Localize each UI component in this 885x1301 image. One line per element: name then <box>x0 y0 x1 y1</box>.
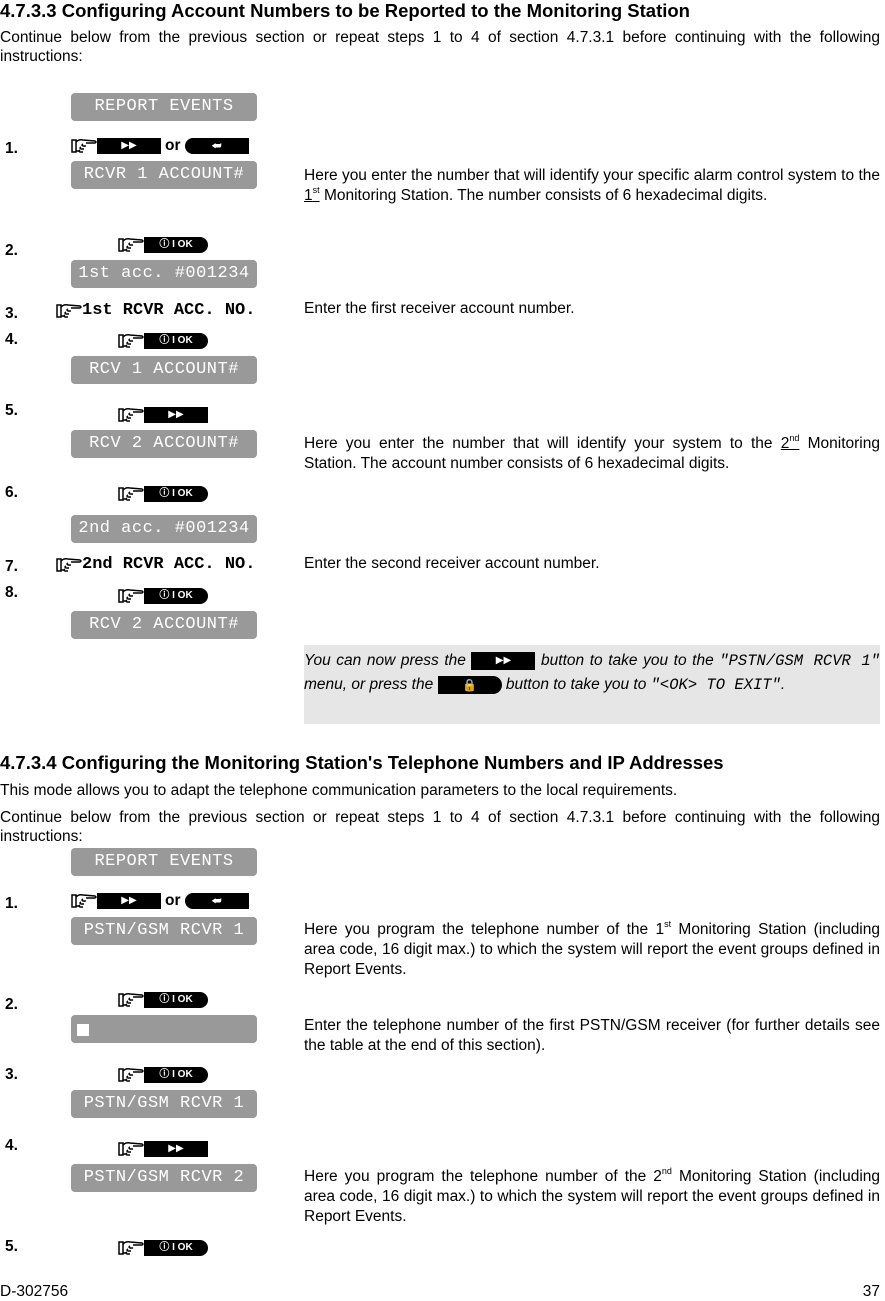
section-intro: Continue below from the previous section… <box>0 29 880 65</box>
next-key-button[interactable]: ▶▶ <box>144 407 208 423</box>
step-number: 1. <box>5 140 18 157</box>
document-id: D-302756 <box>0 1283 69 1300</box>
command-label: 2nd RCVR ACC. NO. <box>82 555 256 574</box>
lcd-display: RCV 1 ACCOUNT# <box>71 356 257 384</box>
ok-key-button[interactable]: ⓘ I OK <box>144 588 208 604</box>
pointing-hand-icon <box>56 303 82 319</box>
pointing-hand-icon <box>118 1240 144 1256</box>
pointing-hand-icon <box>118 486 144 502</box>
step-description: Here you enter the number that will iden… <box>304 433 880 473</box>
back-key-button[interactable]: ⮨ <box>184 893 249 909</box>
ok-key-button[interactable]: ⓘ I OK <box>144 237 208 253</box>
step-description: Enter the second receiver account number… <box>304 555 600 572</box>
lcd-display: PSTN/GSM RCVR 2 <box>71 1164 257 1192</box>
navigation-note: You can now press the ▶▶ button to take … <box>304 645 880 724</box>
ok-key-button[interactable]: ⓘ I OK <box>144 992 208 1008</box>
step-number: 7. <box>5 558 18 575</box>
note-text: You can now press the ▶▶ button to take … <box>304 651 880 694</box>
pointing-hand-icon <box>118 1141 144 1157</box>
step-description: Enter the telephone number of the first … <box>304 1017 880 1054</box>
next-key-button[interactable]: ▶▶ <box>144 1141 208 1157</box>
step-number: 5. <box>5 402 18 419</box>
pointing-hand-icon <box>56 557 82 573</box>
pointing-hand-icon <box>71 893 97 909</box>
ok-key-button[interactable]: ⓘ I OK <box>144 333 208 349</box>
lcd-display: PSTN/GSM RCVR 1 <box>71 1090 257 1118</box>
pointing-hand-icon <box>118 1067 144 1083</box>
next-key-button[interactable]: ▶▶ <box>97 138 161 154</box>
section-intro: Continue below from the previous section… <box>0 809 880 845</box>
command-label: 1st RCVR ACC. NO. <box>82 301 256 320</box>
pointing-hand-icon <box>118 407 144 423</box>
key-sequence: ▶▶ <box>118 406 208 424</box>
cursor-block <box>77 1024 89 1036</box>
section-title-4-7-3-3: 4.7.3.3 Configuring Account Numbers to b… <box>0 0 690 21</box>
key-sequence: ⓘ I OK <box>118 236 208 254</box>
lcd-display: RCV 2 ACCOUNT# <box>71 430 257 458</box>
step-description: Here you enter the number that will iden… <box>304 167 880 204</box>
lcd-display: 1st acc. #001234 <box>71 260 257 288</box>
step-description: Enter the first receiver account number. <box>304 300 575 317</box>
lock-key-button[interactable]: 🔒 <box>437 675 502 694</box>
next-key-button[interactable]: ▶▶ <box>97 893 161 909</box>
lcd-display: REPORT EVENTS <box>71 848 257 876</box>
step-number: 5. <box>5 1238 18 1255</box>
section-title-4-7-3-4: 4.7.3.4 Configuring the Monitoring Stati… <box>0 752 724 773</box>
step-description: Here you program the telephone number of… <box>304 1166 881 1226</box>
ok-key-button[interactable]: ⓘ I OK <box>144 1067 208 1083</box>
lcd-display: RCV 2 ACCOUNT# <box>71 611 257 639</box>
step-number: 3. <box>5 1066 18 1083</box>
key-sequence: ⓘ I OK <box>118 991 208 1009</box>
next-key-button[interactable]: ▶▶ <box>471 651 536 670</box>
lcd-input-display[interactable] <box>71 1015 257 1043</box>
step-description: Here you program the telephone number of… <box>304 919 880 979</box>
section-intro: This mode allows you to adapt the teleph… <box>0 782 678 799</box>
pointing-hand-icon <box>118 588 144 604</box>
key-sequence: ⓘ I OK <box>118 1066 208 1084</box>
ok-key-button[interactable]: ⓘ I OK <box>144 1240 208 1256</box>
key-sequence: ⓘ I OK <box>118 1239 208 1257</box>
pointing-hand-icon <box>118 992 144 1008</box>
step-number: 6. <box>5 484 18 501</box>
key-sequence: ⓘ I OK <box>118 587 208 605</box>
back-key-button[interactable]: ⮨ <box>184 138 249 154</box>
page-number: 37 <box>862 1283 880 1300</box>
command-entry: 1st RCVR ACC. NO. <box>56 301 255 320</box>
ok-key-button[interactable]: ⓘ I OK <box>144 486 208 502</box>
lcd-display: PSTN/GSM RCVR 1 <box>71 917 257 945</box>
key-sequence: ▶▶ <box>118 1140 208 1158</box>
step-number: 2. <box>5 996 18 1013</box>
pointing-hand-icon <box>118 333 144 349</box>
pointing-hand-icon <box>71 138 97 154</box>
step-number: 2. <box>5 242 18 259</box>
key-sequence: ▶▶ or ⮨ <box>71 137 249 155</box>
step-number: 8. <box>5 584 18 601</box>
lcd-display: 2nd acc. #001234 <box>71 515 257 543</box>
lcd-display: RCVR 1 ACCOUNT# <box>71 161 257 189</box>
step-number: 1. <box>5 895 18 912</box>
pointing-hand-icon <box>118 237 144 253</box>
key-sequence: ▶▶ or ⮨ <box>71 892 249 910</box>
lcd-display: REPORT EVENTS <box>71 93 257 121</box>
key-sequence: ⓘ I OK <box>118 332 208 350</box>
or-label: or <box>165 137 181 154</box>
step-number: 4. <box>5 331 18 348</box>
step-number: 3. <box>5 305 18 322</box>
or-label: or <box>165 892 181 909</box>
command-entry: 2nd RCVR ACC. NO. <box>56 555 255 574</box>
key-sequence: ⓘ I OK <box>118 485 208 503</box>
step-number: 4. <box>5 1137 18 1154</box>
